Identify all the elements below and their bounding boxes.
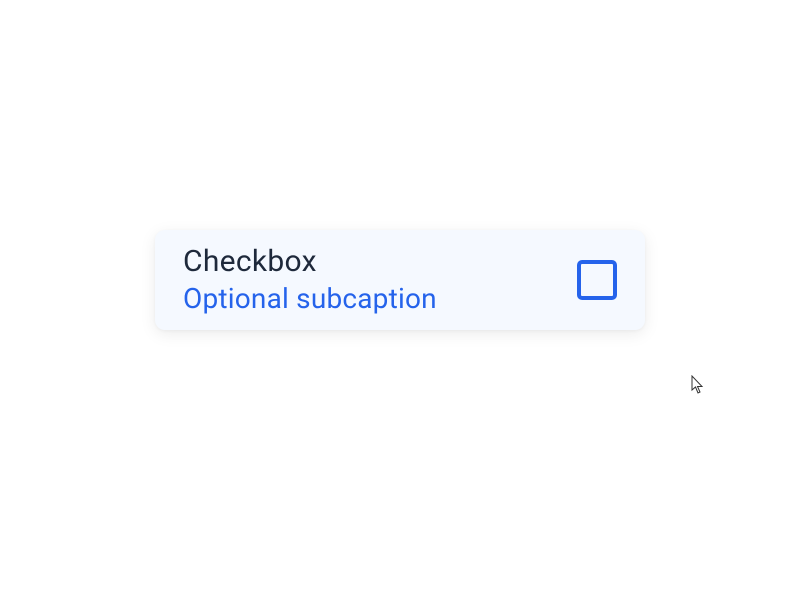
checkbox-input[interactable] [577,260,617,300]
cursor-icon [691,375,705,395]
checkbox-card[interactable]: Checkbox Optional subcaption [155,230,645,330]
checkbox-subcaption: Optional subcaption [183,282,437,316]
checkbox-title: Checkbox [183,244,437,280]
checkbox-text-group: Checkbox Optional subcaption [183,244,437,316]
